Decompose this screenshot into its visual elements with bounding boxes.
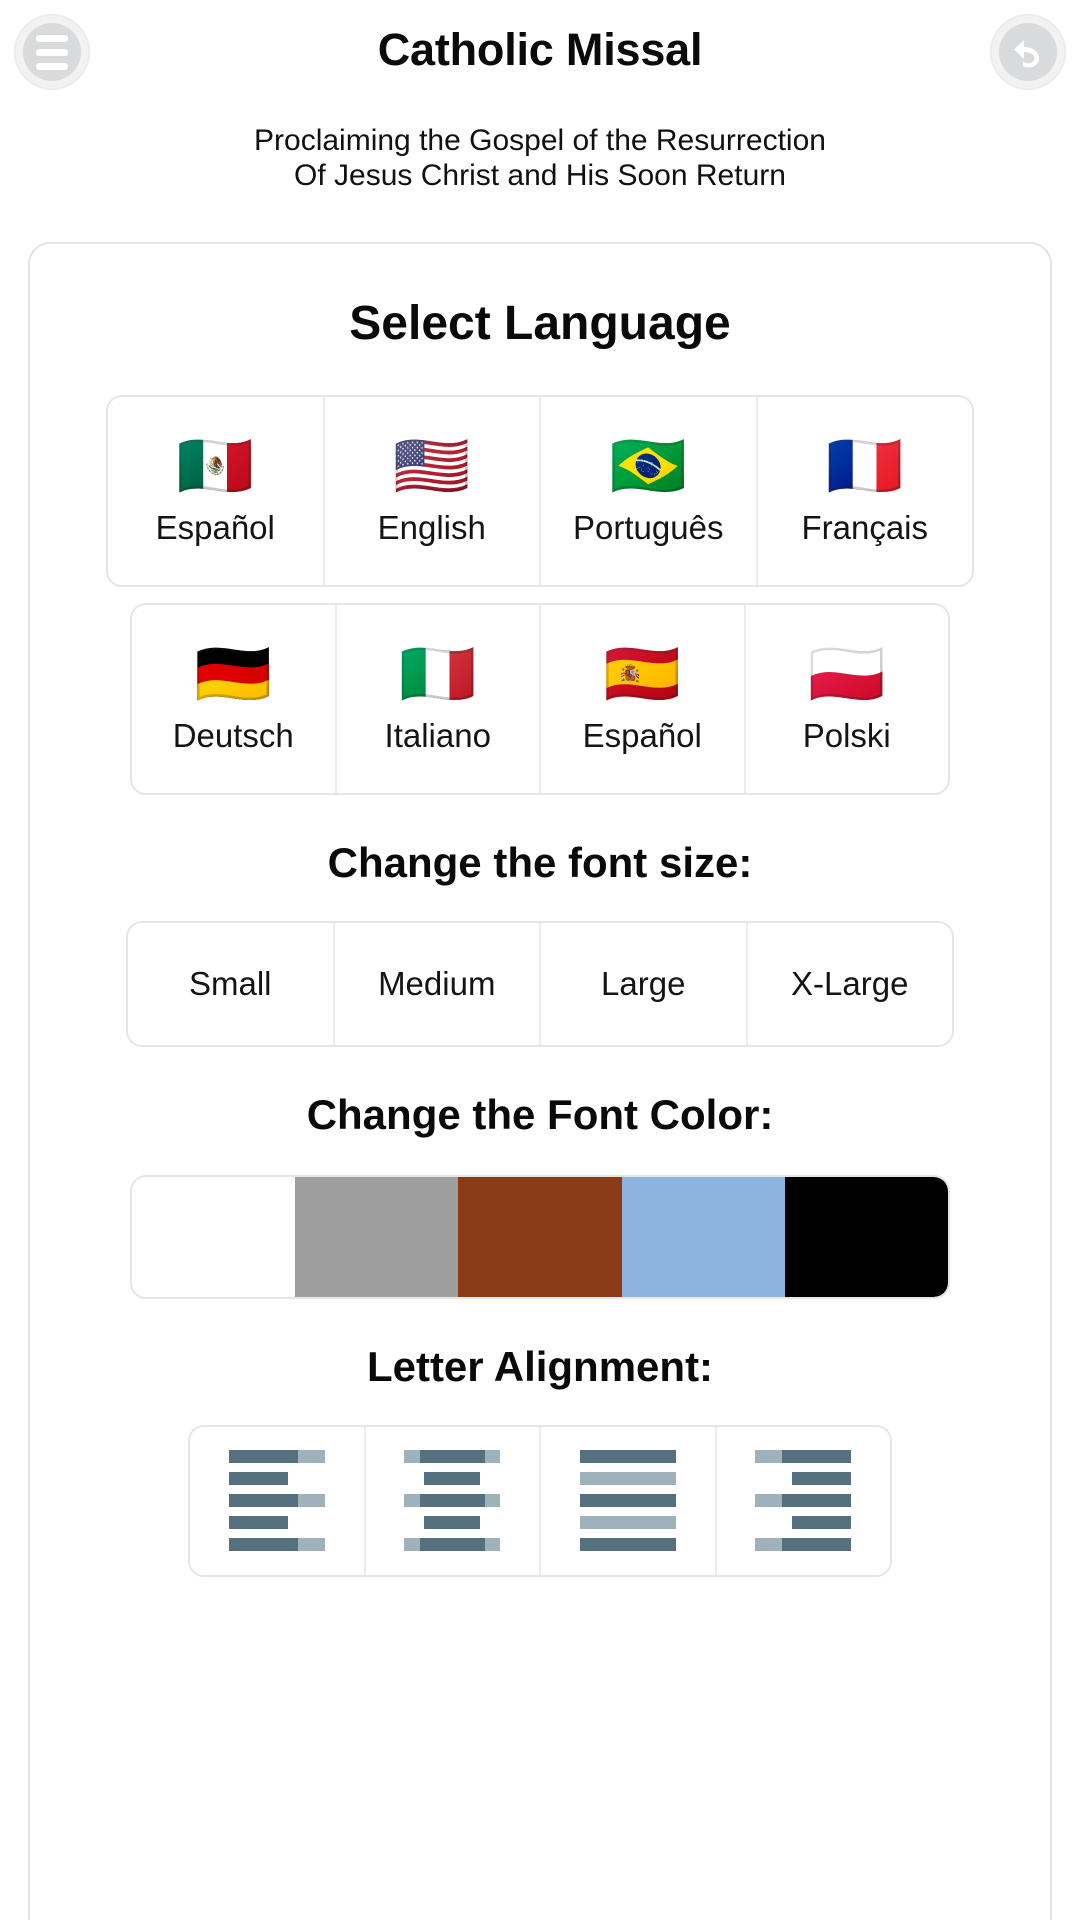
undo-back-arrow-icon xyxy=(999,23,1057,81)
font-size-option-medium[interactable]: Medium xyxy=(334,922,541,1045)
alignment-option-right[interactable] xyxy=(716,1426,890,1575)
font-size-heading: Change the font size: xyxy=(327,838,753,886)
font-size-label: Small xyxy=(188,964,272,1002)
language-options-row-1: 🇲🇽 Español 🇺🇸 English 🇧🇷 Português 🇫🇷 Fr… xyxy=(106,394,974,587)
color-swatch-white[interactable] xyxy=(132,1176,296,1297)
hamburger-menu-icon xyxy=(23,23,81,81)
app-header: Catholic Missal xyxy=(0,0,1080,100)
color-swatch-brown[interactable] xyxy=(458,1176,622,1297)
language-label: Español xyxy=(155,508,275,546)
font-size-label: X-Large xyxy=(791,964,909,1002)
font-color-heading: Change the Font Color: xyxy=(306,1090,774,1138)
flag-spain-icon: 🇪🇸 xyxy=(603,636,681,710)
alignment-options xyxy=(188,1424,892,1577)
language-option-deutsch[interactable]: 🇩🇪 Deutsch xyxy=(132,604,337,793)
align-left-icon xyxy=(228,1450,325,1552)
language-option-polski[interactable]: 🇵🇱 Polski xyxy=(745,604,948,793)
alignment-option-center[interactable] xyxy=(365,1426,541,1575)
menu-bar xyxy=(36,62,68,70)
menu-bar xyxy=(36,48,68,56)
align-justify-icon xyxy=(579,1450,676,1552)
language-label: Deutsch xyxy=(172,716,294,754)
color-swatch-black[interactable] xyxy=(784,1176,948,1297)
language-option-english[interactable]: 🇺🇸 English xyxy=(324,396,541,585)
flag-brazil-icon: 🇧🇷 xyxy=(609,428,687,502)
select-language-heading: Select Language xyxy=(349,296,731,350)
letter-alignment-heading: Letter Alignment: xyxy=(366,1342,714,1390)
font-size-options: Small Medium Large X-Large xyxy=(126,920,954,1047)
align-right-icon xyxy=(755,1450,852,1552)
font-size-option-small[interactable]: Small xyxy=(128,922,335,1045)
align-center-icon xyxy=(404,1450,501,1552)
font-size-label: Large xyxy=(601,964,686,1002)
color-swatch-gray[interactable] xyxy=(295,1176,459,1297)
language-option-francais[interactable]: 🇫🇷 Français xyxy=(757,396,972,585)
language-option-portugues[interactable]: 🇧🇷 Português xyxy=(541,396,758,585)
flag-france-icon: 🇫🇷 xyxy=(826,428,904,502)
language-label: Português xyxy=(573,508,724,546)
language-label: Español xyxy=(582,716,702,754)
language-label: Polski xyxy=(802,716,891,754)
language-option-espanol-mx[interactable]: 🇲🇽 Español xyxy=(108,396,325,585)
font-size-label: Medium xyxy=(378,964,496,1002)
font-size-option-xlarge[interactable]: X-Large xyxy=(747,922,952,1045)
subtitle-line-1: Proclaiming the Gospel of the Resurrecti… xyxy=(254,124,826,157)
settings-card: Select Language 🇲🇽 Español 🇺🇸 English 🇧🇷… xyxy=(28,241,1052,1920)
language-label: Français xyxy=(801,508,929,546)
color-swatch-lightblue[interactable] xyxy=(621,1176,785,1297)
language-label: English xyxy=(377,508,486,546)
alignment-option-left[interactable] xyxy=(190,1426,366,1575)
font-size-option-large[interactable]: Large xyxy=(541,922,748,1045)
flag-mexico-icon: 🇲🇽 xyxy=(176,428,254,502)
font-color-options xyxy=(130,1174,950,1299)
flag-germany-icon: 🇩🇪 xyxy=(194,636,272,710)
menu-button[interactable] xyxy=(14,14,90,90)
subtitle-line-2: Of Jesus Christ and His Soon Return xyxy=(294,158,786,192)
language-option-espanol-es[interactable]: 🇪🇸 Español xyxy=(541,604,746,793)
flag-poland-icon: 🇵🇱 xyxy=(808,636,886,710)
page-title: Catholic Missal xyxy=(377,24,703,75)
subtitle: Proclaiming the Gospel of the Resurrecti… xyxy=(0,124,1080,194)
flag-united-states-icon: 🇺🇸 xyxy=(393,428,471,502)
menu-bar xyxy=(36,34,68,42)
language-label: Italiano xyxy=(384,716,491,754)
back-button[interactable] xyxy=(990,14,1066,90)
language-option-italiano[interactable]: 🇮🇹 Italiano xyxy=(336,604,541,793)
alignment-option-justify[interactable] xyxy=(541,1426,717,1575)
flag-italy-icon: 🇮🇹 xyxy=(399,636,477,710)
language-options-row-2: 🇩🇪 Deutsch 🇮🇹 Italiano 🇪🇸 Español 🇵🇱 Pol… xyxy=(130,602,950,795)
